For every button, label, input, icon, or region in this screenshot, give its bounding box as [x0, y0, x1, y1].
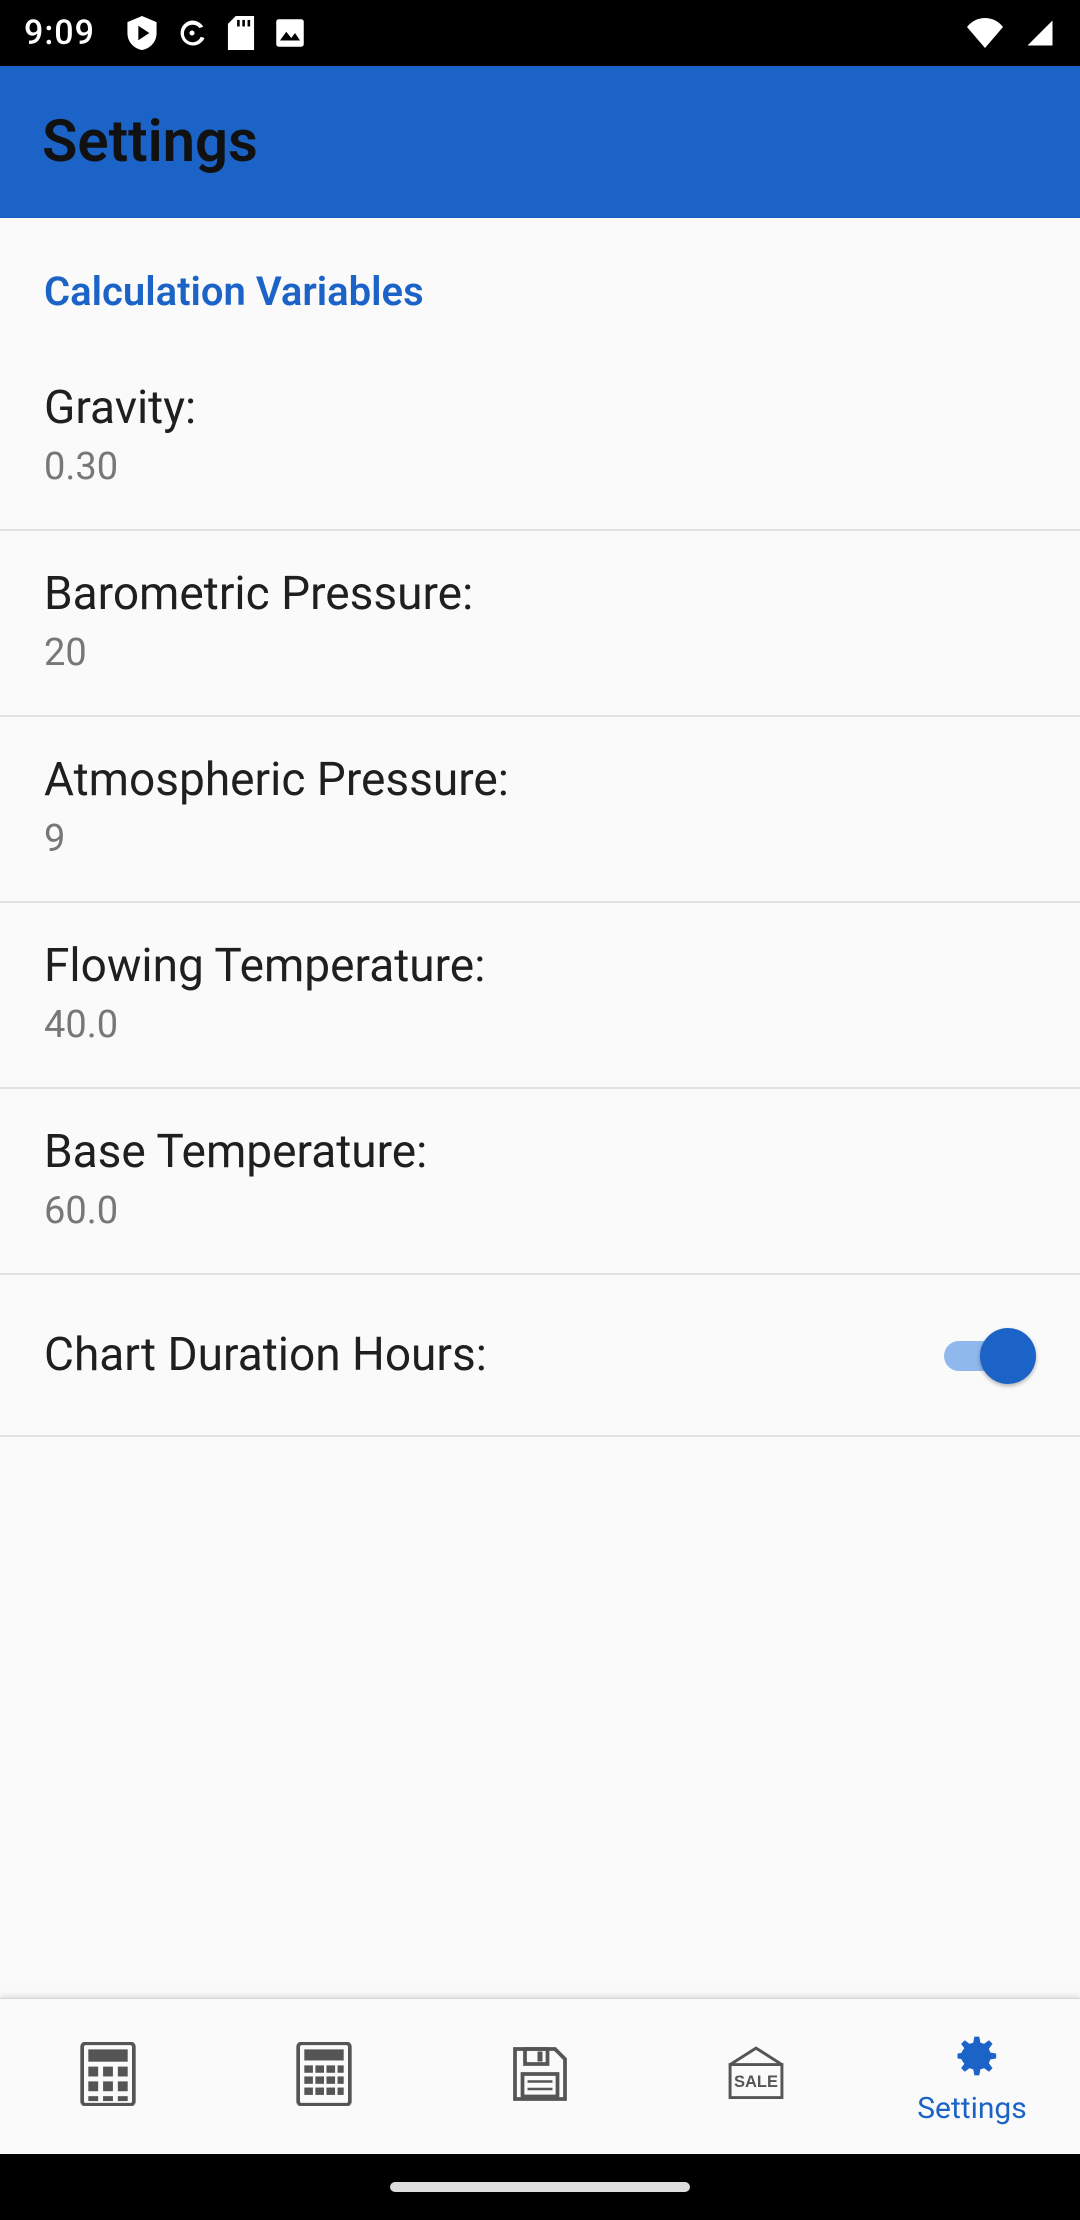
gear-icon [943, 2027, 1001, 2085]
setting-label: Gravity: [44, 381, 1036, 435]
svg-text:SALE: SALE [734, 2072, 778, 2090]
setting-value: 9 [44, 817, 1036, 861]
app-bar: Settings [0, 66, 1080, 218]
chart-duration-toggle[interactable] [940, 1325, 1036, 1385]
sd-card-icon [227, 16, 255, 50]
setting-label: Base Temperature: [44, 1125, 1036, 1179]
setting-value: 20 [44, 631, 1036, 675]
setting-row-gravity[interactable]: Gravity: 0.30 [0, 345, 1080, 531]
nav-tab-settings[interactable]: Settings [864, 1999, 1080, 2154]
nav-tab-calc-advanced[interactable] [216, 1999, 432, 2154]
gesture-pill-icon [390, 2182, 690, 2192]
status-time: 9:09 [24, 13, 95, 53]
settings-content: Calculation Variables Gravity: 0.30 Baro… [0, 218, 1080, 1998]
bottom-nav: SALE Settings [0, 1998, 1080, 2154]
status-bar: 9:09 [0, 0, 1080, 66]
wifi-icon [966, 18, 1004, 48]
system-gesture-bar[interactable] [0, 2154, 1080, 2220]
nav-label: Settings [917, 2091, 1027, 2126]
play-shield-icon [127, 16, 157, 50]
setting-row-flowing-temperature[interactable]: Flowing Temperature: 40.0 [0, 903, 1080, 1089]
nav-tab-save[interactable] [432, 1999, 648, 2154]
calculator-basic-icon [80, 2042, 136, 2106]
setting-value: 60.0 [44, 1189, 1036, 1233]
setting-row-barometric-pressure[interactable]: Barometric Pressure: 20 [0, 531, 1080, 717]
setting-row-atmospheric-pressure[interactable]: Atmospheric Pressure: 9 [0, 717, 1080, 903]
status-bar-left: 9:09 [24, 13, 305, 53]
setting-row-chart-duration-hours[interactable]: Chart Duration Hours: [0, 1275, 1080, 1437]
setting-row-base-temperature[interactable]: Base Temperature: 60.0 [0, 1089, 1080, 1275]
setting-label: Atmospheric Pressure: [44, 753, 1036, 807]
toggle-thumb [980, 1328, 1036, 1384]
setting-label: Barometric Pressure: [44, 567, 1036, 621]
status-bar-right [966, 18, 1056, 48]
setting-label: Chart Duration Hours: [44, 1328, 940, 1382]
picture-icon [275, 18, 305, 48]
setting-label: Flowing Temperature: [44, 939, 1036, 993]
save-icon [510, 2044, 570, 2104]
nav-tab-sale[interactable]: SALE [648, 1999, 864, 2154]
calculator-advanced-icon [296, 2042, 352, 2106]
sale-icon: SALE [723, 2043, 789, 2105]
setting-value: 40.0 [44, 1003, 1036, 1047]
cell-signal-icon [1024, 18, 1056, 48]
sync-icon [177, 16, 207, 50]
setting-value: 0.30 [44, 445, 1036, 489]
page-title: Settings [42, 108, 258, 176]
section-header-calc-vars: Calculation Variables [0, 218, 1080, 345]
nav-tab-calc-basic[interactable] [0, 1999, 216, 2154]
